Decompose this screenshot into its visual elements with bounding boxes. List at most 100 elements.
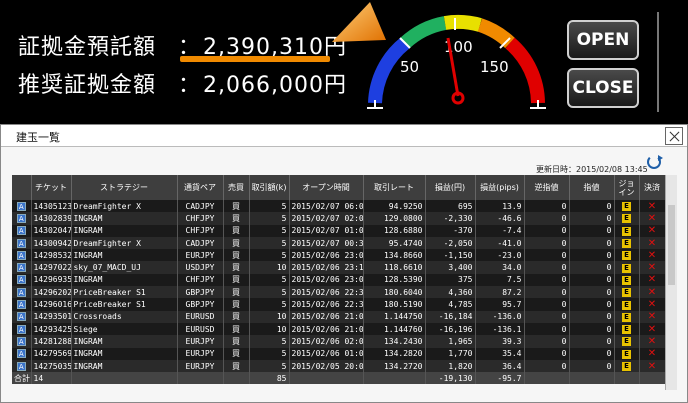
settle-close-icon[interactable]: ✕	[648, 348, 656, 359]
join-cell[interactable]: E	[614, 322, 640, 336]
settle-close-icon[interactable]: ✕	[648, 299, 656, 310]
settle-close-icon[interactable]: ✕	[648, 311, 656, 322]
join-icon[interactable]: E	[622, 337, 631, 347]
settle-cell[interactable]: ✕	[639, 236, 666, 250]
strategy-icon[interactable]: A	[12, 322, 32, 336]
join-icon[interactable]: E	[622, 214, 631, 224]
strategy-icon[interactable]: A	[12, 298, 32, 311]
col-header-stop[interactable]: 逆指値	[524, 175, 570, 200]
settle-cell[interactable]: ✕	[639, 310, 666, 323]
strategy-info-icon[interactable]: A	[16, 324, 26, 334]
strategy-info-icon[interactable]: A	[16, 349, 26, 359]
strategy-info-icon[interactable]: A	[16, 263, 26, 273]
settle-cell[interactable]: ✕	[639, 347, 666, 360]
settle-close-icon[interactable]: ✕	[648, 361, 656, 372]
table-row[interactable]: A 14302047 INGRAM CHFJPY 買 5 2015/02/07 01:00 1…	[12, 224, 666, 237]
table-row[interactable]: A 14297022 sky_07_MACD_UJ USDJPY 買 10 2015/02/…	[12, 261, 666, 274]
settle-close-icon[interactable]: ✕	[648, 225, 656, 236]
settle-cell[interactable]: ✕	[639, 298, 666, 311]
join-icon[interactable]: E	[622, 263, 631, 273]
join-cell[interactable]: E	[614, 347, 640, 360]
join-icon[interactable]: E	[622, 226, 631, 236]
settle-close-icon[interactable]: ✕	[648, 262, 656, 273]
strategy-icon[interactable]: A	[12, 347, 32, 360]
table-row[interactable]: A 14302839 INGRAM CHFJPY 買 5 2015/02/07 02:00 1…	[12, 212, 666, 225]
strategy-icon[interactable]: A	[12, 249, 32, 262]
join-cell[interactable]: E	[614, 200, 640, 213]
close-position-button[interactable]: CLOSE	[567, 68, 639, 108]
join-cell[interactable]: E	[614, 273, 640, 287]
join-cell[interactable]: E	[614, 310, 640, 323]
col-header-open-time[interactable]: オープン時間	[289, 175, 364, 200]
settle-close-icon[interactable]: ✕	[648, 336, 656, 347]
strategy-info-icon[interactable]: A	[16, 201, 26, 211]
table-row[interactable]: A 14296202 PriceBreaker S1 GBPJPY 買 5 2015/02/…	[12, 286, 666, 299]
settle-close-icon[interactable]: ✕	[648, 324, 656, 335]
settle-cell[interactable]: ✕	[639, 224, 666, 237]
strategy-icon[interactable]: A	[12, 359, 32, 373]
settle-cell[interactable]: ✕	[639, 200, 666, 213]
settle-cell[interactable]: ✕	[639, 261, 666, 274]
strategy-info-icon[interactable]: A	[16, 275, 26, 285]
join-icon[interactable]: E	[622, 349, 631, 359]
settle-close-icon[interactable]: ✕	[648, 238, 656, 249]
join-icon[interactable]: E	[622, 275, 631, 285]
strategy-info-icon[interactable]: A	[16, 361, 26, 371]
strategy-icon[interactable]: A	[12, 335, 32, 348]
settle-cell[interactable]: ✕	[639, 212, 666, 225]
strategy-icon[interactable]: A	[12, 310, 32, 323]
join-icon[interactable]: E	[622, 202, 631, 212]
settle-close-icon[interactable]: ✕	[648, 287, 656, 298]
settle-cell[interactable]: ✕	[639, 249, 666, 262]
settle-cell[interactable]: ✕	[639, 273, 666, 287]
table-row[interactable]: A 14300942 DreamFighter X CADJPY 買 5 2015/02/0…	[12, 236, 666, 250]
strategy-info-icon[interactable]: A	[16, 226, 26, 236]
table-row[interactable]: A 14279569 INGRAM EURJPY 買 5 2015/02/06 01:00 1…	[12, 347, 666, 360]
strategy-info-icon[interactable]: A	[16, 336, 26, 346]
settle-close-icon[interactable]: ✕	[648, 201, 656, 212]
table-row[interactable]: A 14298532 INGRAM EURJPY 買 5 2015/02/06 23:00 1…	[12, 249, 666, 262]
join-cell[interactable]: E	[614, 359, 640, 373]
col-header-limit[interactable]: 指値	[569, 175, 615, 200]
strategy-icon[interactable]: A	[12, 261, 32, 274]
scrollbar-thumb[interactable]	[668, 205, 675, 285]
strategy-info-icon[interactable]: A	[16, 213, 26, 223]
join-cell[interactable]: E	[614, 298, 640, 311]
strategy-icon[interactable]: A	[12, 286, 32, 299]
col-header-ticket[interactable]: チケット	[31, 175, 72, 200]
table-row[interactable]: A 14296935 INGRAM CHFJPY 買 5 2015/02/06 23:00 1…	[12, 273, 666, 287]
table-row[interactable]: A 14293501 Crossroads EURUSD 買 10 2015/02/06 2…	[12, 310, 666, 323]
join-cell[interactable]: E	[614, 212, 640, 225]
col-header-strategy[interactable]: ストラテジー	[71, 175, 178, 200]
join-icon[interactable]: E	[622, 288, 631, 298]
strategy-info-icon[interactable]: A	[16, 287, 26, 297]
settle-cell[interactable]: ✕	[639, 359, 666, 373]
join-icon[interactable]: E	[622, 362, 631, 371]
join-cell[interactable]: E	[614, 224, 640, 237]
settle-close-icon[interactable]: ✕	[648, 274, 656, 285]
settle-close-icon[interactable]: ✕	[648, 250, 656, 261]
strategy-icon[interactable]: A	[12, 224, 32, 237]
refresh-icon[interactable]	[647, 155, 663, 169]
join-cell[interactable]: E	[614, 335, 640, 348]
close-icon[interactable]	[665, 127, 683, 145]
strategy-info-icon[interactable]: A	[16, 250, 26, 260]
join-icon[interactable]: E	[622, 300, 631, 310]
settle-cell[interactable]: ✕	[639, 286, 666, 299]
col-header-join[interactable]: ジョイン	[614, 175, 640, 200]
col-header-pl-pips[interactable]: 損益(pips)	[475, 175, 525, 200]
table-row[interactable]: A 14281288 INGRAM EURJPY 買 5 2015/02/06 02:00 1…	[12, 335, 666, 348]
table-row[interactable]: A 14275035 INGRAM EURJPY 買 5 2015/02/05 20:00 1…	[12, 359, 666, 373]
scrollbar[interactable]	[665, 175, 677, 390]
strategy-icon[interactable]: A	[12, 236, 32, 250]
open-button[interactable]: OPEN	[567, 20, 639, 60]
settle-close-icon[interactable]: ✕	[648, 213, 656, 224]
join-cell[interactable]: E	[614, 249, 640, 262]
table-row[interactable]: A 14293425 Siege EURUSD 買 10 2015/02/06 21:05 1…	[12, 322, 666, 336]
table-row[interactable]: A 14296016 PriceBreaker S1 GBPJPY 買 5 2015/02/…	[12, 298, 666, 311]
settle-cell[interactable]: ✕	[639, 335, 666, 348]
col-header-pair[interactable]: 通貨ペア	[177, 175, 224, 200]
table-row[interactable]: A 14305123 DreamFighter X CADJPY 買 5 2015/02/0…	[12, 200, 666, 213]
settle-cell[interactable]: ✕	[639, 322, 666, 336]
join-cell[interactable]: E	[614, 236, 640, 250]
